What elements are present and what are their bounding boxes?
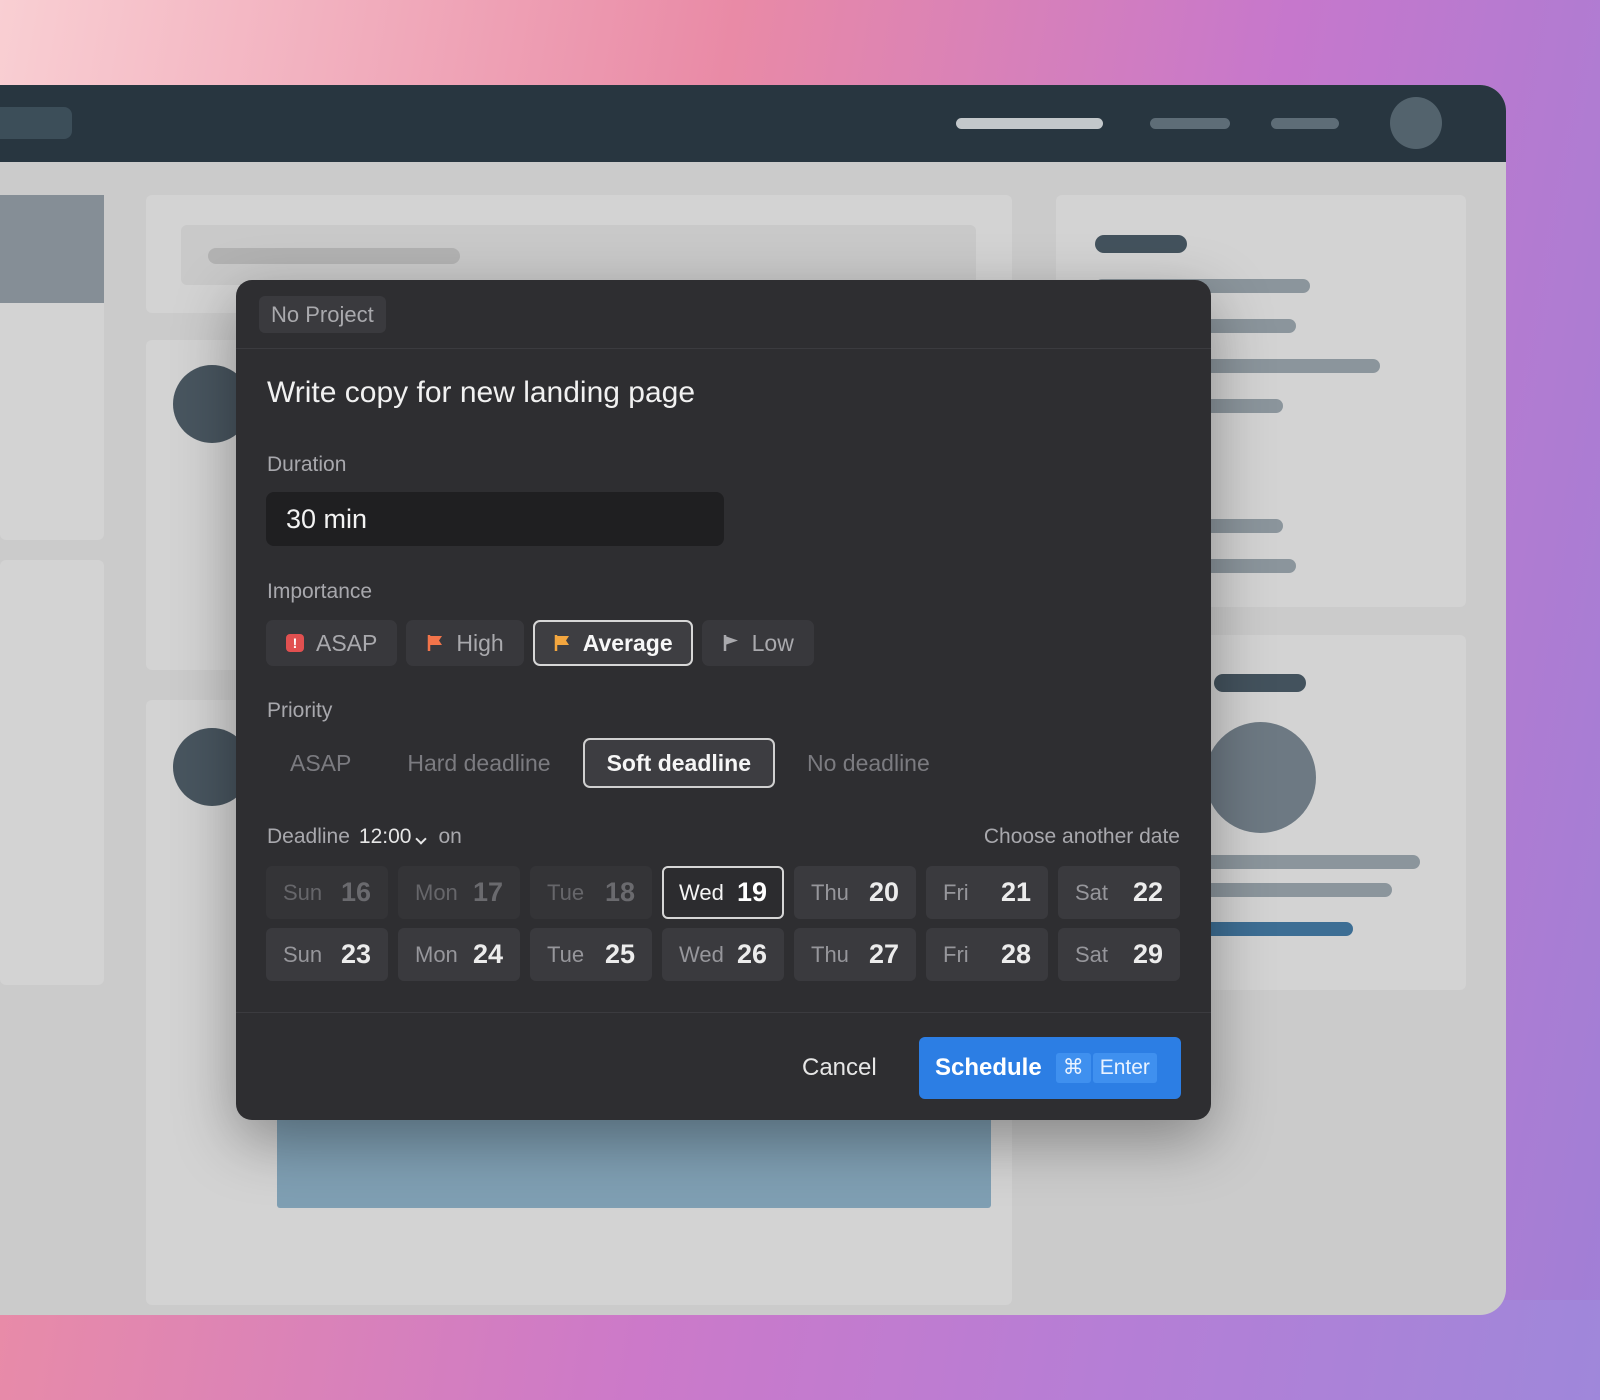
topbar-placeholder (0, 107, 72, 139)
choose-another-date-link[interactable]: Choose another date (984, 825, 1180, 849)
importance-option-label: ASAP (316, 629, 378, 656)
backdrop (0, 1300, 1600, 1400)
calendar-day-wed-26[interactable]: Wed 26 (662, 928, 784, 981)
day-of-week: Sat (1075, 941, 1109, 967)
duration-label: Duration (267, 453, 347, 476)
day-of-week: Thu (811, 941, 849, 967)
deadline-on-label: on (438, 825, 462, 848)
deadline-row: Deadline 12:00 on (267, 825, 462, 849)
bg-heading-placeholder (1095, 235, 1187, 253)
day-number: 25 (604, 939, 635, 969)
deadline-label: Deadline (267, 825, 350, 848)
calendar-day-thu-20[interactable]: Thu 20 (794, 866, 916, 919)
calendar-day-wed-19[interactable]: Wed 19 (662, 866, 784, 919)
calendar-day-sat-29[interactable]: Sat 29 (1058, 928, 1180, 981)
calendar-day-fri-21[interactable]: Fri 21 (926, 866, 1048, 919)
calendar-day-fri-28[interactable]: Fri 28 (926, 928, 1048, 981)
day-number: 27 (868, 939, 899, 969)
priority-label: Priority (267, 699, 333, 722)
calendar-day-sun-23[interactable]: Sun 23 (266, 928, 388, 981)
bg-avatar (1205, 722, 1316, 833)
importance-high-button[interactable]: High (406, 620, 524, 666)
day-number: 29 (1132, 939, 1163, 969)
day-number: 28 (1000, 939, 1031, 969)
day-of-week: Mon (415, 941, 458, 967)
calendar-day-thu-27[interactable]: Thu 27 (794, 928, 916, 981)
importance-label: Importance (267, 580, 373, 603)
importance-asap-button[interactable]: ! ASAP (266, 620, 398, 666)
flag-icon (428, 635, 443, 651)
day-of-week: Thu (811, 879, 849, 905)
day-of-week: Tue (547, 879, 585, 905)
day-of-week: Wed (679, 941, 724, 967)
importance-average-button[interactable]: Average (532, 620, 693, 666)
deadline-time-select[interactable]: 12:00 (359, 825, 430, 849)
importance-options: ! ASAP High Average Low (266, 620, 814, 666)
calendar-day-tue-25[interactable]: Tue 25 (530, 928, 652, 981)
command-key-icon: ⌘ (1055, 1053, 1091, 1083)
duration-input[interactable] (266, 492, 724, 546)
bg-image-placeholder (0, 195, 104, 303)
app-topbar (0, 85, 1506, 162)
day-of-week: Mon (415, 879, 458, 905)
day-number: 21 (1000, 877, 1031, 907)
calendar-day-mon-17: Mon 17 (398, 866, 520, 919)
day-number: 18 (604, 877, 635, 907)
bg-heading-placeholder (1214, 674, 1306, 692)
calendar-day-sun-16: Sun 16 (266, 866, 388, 919)
alert-square-icon: ! (286, 634, 304, 652)
day-number: 24 (472, 939, 503, 969)
schedule-task-dialog: No Project Write copy for new landing pa… (236, 280, 1211, 1120)
day-of-week: Fri (943, 941, 969, 967)
day-of-week: Sun (283, 879, 323, 905)
day-of-week: Tue (547, 941, 585, 967)
priority-no-deadline-button[interactable]: No deadline (783, 738, 954, 788)
bg-card (0, 560, 104, 985)
importance-option-label: High (456, 629, 504, 656)
day-of-week: Sat (1075, 879, 1109, 905)
day-number: 16 (340, 877, 371, 907)
bg-card (0, 195, 104, 540)
calendar-day-mon-24[interactable]: Mon 24 (398, 928, 520, 981)
cancel-button[interactable]: Cancel (786, 1038, 893, 1098)
day-number: 17 (472, 877, 503, 907)
calendar-day-sat-22[interactable]: Sat 22 (1058, 866, 1180, 919)
day-of-week: Sun (283, 941, 323, 967)
day-of-week: Wed (679, 879, 724, 905)
topbar-nav-placeholder (1150, 118, 1230, 129)
enter-key: Enter (1092, 1053, 1157, 1083)
topbar-nav-placeholder (1271, 118, 1339, 129)
dialog-header: No Project (236, 280, 1211, 349)
priority-options: ASAP Hard deadline Soft deadline No dead… (266, 738, 954, 788)
day-number: 19 (736, 877, 767, 907)
day-number: 20 (868, 877, 899, 907)
chevron-down-icon (415, 833, 428, 845)
avatar (1390, 97, 1442, 149)
deadline-calendar: Sun 16 Mon 17 Tue 18 Wed 19 Thu 20 Fri 21 Sat 22 Sun 23… (266, 866, 1180, 981)
flag-icon (723, 635, 738, 651)
keyboard-shortcut: ⌘ Enter (1055, 1053, 1157, 1083)
schedule-button-label: Schedule (935, 1054, 1042, 1081)
day-number: 23 (340, 939, 371, 969)
day-number: 26 (736, 939, 767, 969)
importance-option-label: Average (582, 629, 673, 656)
priority-asap-button[interactable]: ASAP (266, 738, 375, 788)
schedule-button[interactable]: Schedule ⌘ Enter (919, 1037, 1181, 1099)
day-of-week: Fri (943, 879, 969, 905)
priority-soft-deadline-button[interactable]: Soft deadline (582, 738, 775, 788)
importance-low-button[interactable]: Low (701, 620, 814, 666)
priority-hard-deadline-button[interactable]: Hard deadline (383, 738, 574, 788)
divider (236, 1012, 1211, 1013)
project-selector[interactable]: No Project (259, 296, 386, 333)
topbar-nav-placeholder (956, 118, 1103, 129)
importance-option-label: Low (751, 629, 794, 656)
flag-icon (554, 635, 569, 651)
bg-text-placeholder (208, 248, 460, 264)
deadline-time-value: 12:00 (358, 825, 412, 848)
day-number: 22 (1132, 877, 1163, 907)
calendar-day-tue-18: Tue 18 (530, 866, 652, 919)
task-title[interactable]: Write copy for new landing page (267, 376, 695, 410)
